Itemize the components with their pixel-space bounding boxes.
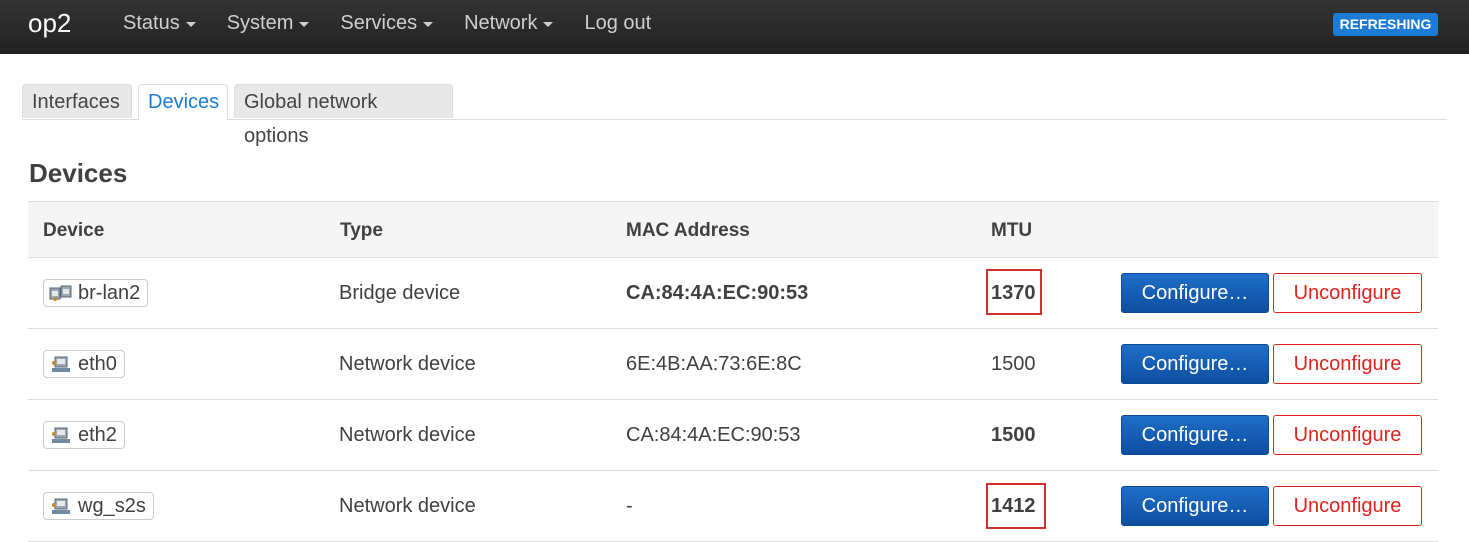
device-badge[interactable]: wg_s2s xyxy=(43,492,154,520)
configure-button[interactable]: Configure… xyxy=(1121,273,1269,313)
unconfigure-button[interactable]: Unconfigure xyxy=(1273,273,1422,313)
table-row: eth0 Network device 6E:4B:AA:73:6E:8C 1500 C… xyxy=(28,329,1438,400)
mtu-value: 1370 xyxy=(991,282,1036,304)
device-type: Network device xyxy=(339,353,476,375)
mac-address: 6E:4B:AA:73:6E:8C xyxy=(626,353,802,375)
devices-table: Device Type MAC Address MTU br-lan2 Bridg… xyxy=(28,201,1438,542)
tab-interfaces[interactable]: Interfaces xyxy=(22,84,132,118)
menu-services[interactable]: Services xyxy=(340,0,434,46)
caret-down-icon xyxy=(185,22,196,27)
brand-title[interactable]: op2 xyxy=(28,8,71,39)
ethernet-icon xyxy=(52,427,70,443)
mac-address: CA:84:4A:EC:90:53 xyxy=(626,424,801,446)
device-type: Network device xyxy=(339,424,476,446)
unconfigure-button[interactable]: Unconfigure xyxy=(1273,486,1422,526)
device-type: Bridge device xyxy=(339,282,461,304)
table-row: eth2 Network device CA:84:4A:EC:90:53 1500 C… xyxy=(28,400,1438,471)
device-name: wg_s2s xyxy=(78,494,146,517)
header-mtu: MTU xyxy=(991,220,1033,241)
menu-status-label: Status xyxy=(123,11,180,34)
bridge-icon xyxy=(49,285,72,301)
header-mac: MAC Address xyxy=(626,220,750,241)
header-type: Type xyxy=(340,220,383,241)
menu-system[interactable]: System xyxy=(227,0,310,46)
table-row: wg_s2s Network device - 1412 Configure… Uncon… xyxy=(28,471,1438,542)
device-badge[interactable]: br-lan2 xyxy=(43,279,149,307)
mtu-value: 1500 xyxy=(991,424,1036,446)
configure-button[interactable]: Configure… xyxy=(1121,415,1269,455)
device-badge[interactable]: eth0 xyxy=(43,350,125,378)
device-type: Network device xyxy=(339,495,476,517)
table-body: br-lan2 Bridge device CA:84:4A:EC:90:53 137… xyxy=(28,258,1438,542)
menu-logout-label: Log out xyxy=(584,11,652,34)
table-row: br-lan2 Bridge device CA:84:4A:EC:90:53 137… xyxy=(28,258,1438,329)
tab-devices[interactable]: Devices xyxy=(138,84,228,120)
menu-status[interactable]: Status xyxy=(123,0,196,46)
refreshing-badge[interactable]: REFRESHING xyxy=(1333,13,1438,36)
menu-logout[interactable]: Log out xyxy=(584,0,651,46)
menu-services-label: Services xyxy=(340,11,418,34)
configure-button[interactable]: Configure… xyxy=(1121,344,1269,384)
device-name: eth2 xyxy=(78,423,117,446)
unconfigure-button[interactable]: Unconfigure xyxy=(1273,344,1422,384)
menu-network[interactable]: Network xyxy=(464,0,554,46)
caret-down-icon xyxy=(299,22,310,27)
ethernet-icon xyxy=(52,356,70,372)
caret-down-icon xyxy=(423,22,434,27)
configure-button[interactable]: Configure… xyxy=(1121,486,1269,526)
main-menu: Status System Services Network Log out xyxy=(123,0,682,54)
device-badge[interactable]: eth2 xyxy=(43,421,125,449)
menu-network-label: Network xyxy=(464,11,538,34)
device-name: br-lan2 xyxy=(78,281,141,304)
mac-address: - xyxy=(626,495,633,517)
tab-global-network-options[interactable]: Global network options xyxy=(234,84,453,147)
unconfigure-button[interactable]: Unconfigure xyxy=(1273,415,1422,455)
header-device: Device xyxy=(43,220,105,241)
device-name: eth0 xyxy=(78,352,117,375)
top-navbar: op2 Status System Services Network Log o… xyxy=(0,0,1469,54)
caret-down-icon xyxy=(543,22,554,27)
section-title: Devices xyxy=(29,158,128,188)
mtu-value: 1412 xyxy=(991,495,1036,517)
mtu-value: 1500 xyxy=(991,353,1036,375)
ethernet-icon xyxy=(52,498,70,514)
tab-bar: Interfaces Devices Global network option… xyxy=(22,84,1447,147)
mac-address: CA:84:4A:EC:90:53 xyxy=(626,282,809,304)
menu-system-label: System xyxy=(226,11,294,34)
table-header: Device Type MAC Address MTU xyxy=(28,201,1438,258)
